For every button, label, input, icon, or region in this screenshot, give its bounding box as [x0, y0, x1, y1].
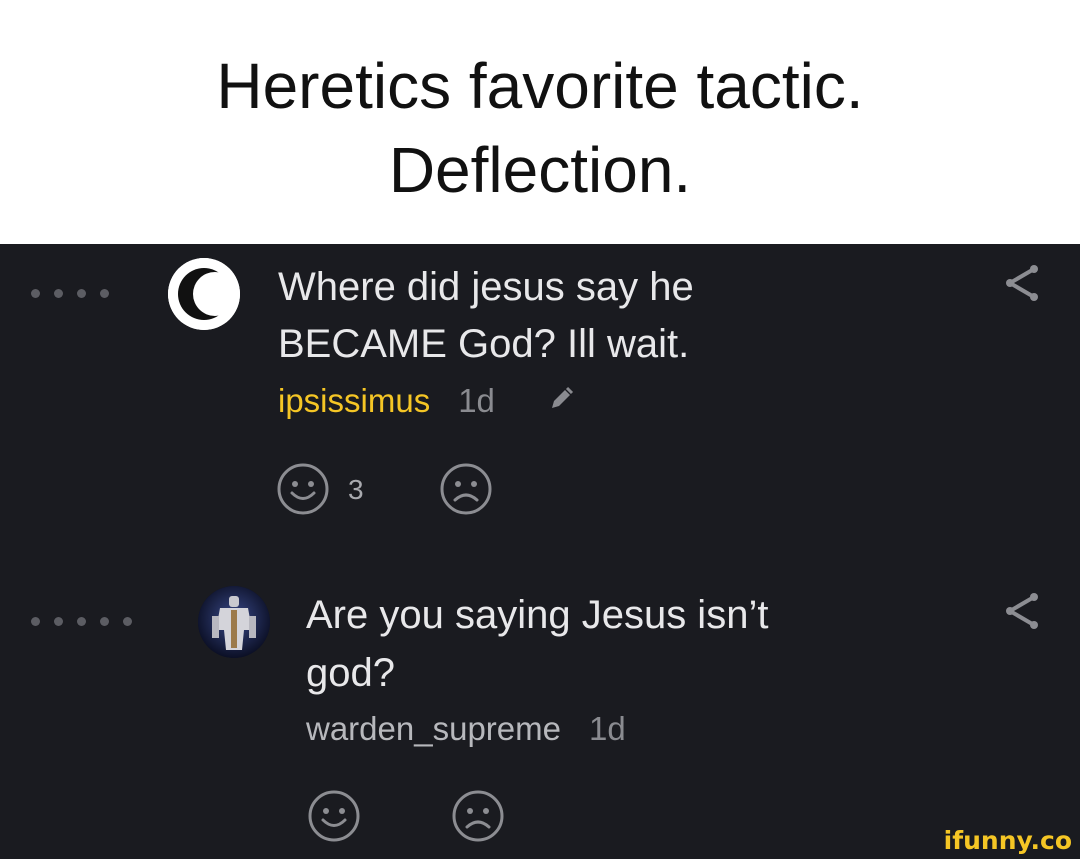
thread-depth-dots — [31, 289, 123, 298]
comment-text-line-2: BECAME God? Ill wait. — [278, 322, 690, 366]
timestamp: 1d — [588, 710, 626, 747]
thread-depth-dots — [31, 617, 146, 626]
share-icon[interactable] — [1002, 591, 1042, 631]
meme-caption: Heretics favorite tactic. Deflection. — [0, 0, 1080, 244]
crescent-moon-icon — [168, 258, 240, 330]
pencil-icon — [552, 386, 574, 408]
caption-line-2: Deflection. — [388, 134, 692, 206]
smile-count: 3 — [348, 474, 364, 505]
smile-react-icon[interactable] — [276, 462, 330, 516]
smile-react-icon[interactable] — [307, 789, 361, 843]
ifunny-watermark: ifunny.co — [943, 826, 1072, 855]
unsmile-react-icon[interactable] — [439, 462, 493, 516]
timestamp: 1d — [458, 382, 495, 419]
comment-text-line-2: god? — [306, 651, 395, 695]
caption-line-1: Heretics favorite tactic. — [216, 50, 864, 122]
username[interactable]: ipsissimus — [278, 382, 430, 419]
avatar[interactable] — [198, 586, 270, 658]
share-icon[interactable] — [1002, 263, 1042, 303]
username[interactable]: warden_supreme — [306, 710, 561, 747]
unsmile-react-icon[interactable] — [451, 789, 505, 843]
armored-knight-icon — [198, 586, 270, 658]
avatar[interactable] — [168, 258, 240, 330]
comment-text-line-1: Are you saying Jesus isn’t — [306, 593, 769, 637]
comment-text-line-1: Where did jesus say he — [278, 265, 694, 309]
comment-meta: ipsissimus 1d — [278, 381, 495, 421]
comment-meta: warden_supreme 1d — [306, 709, 626, 749]
